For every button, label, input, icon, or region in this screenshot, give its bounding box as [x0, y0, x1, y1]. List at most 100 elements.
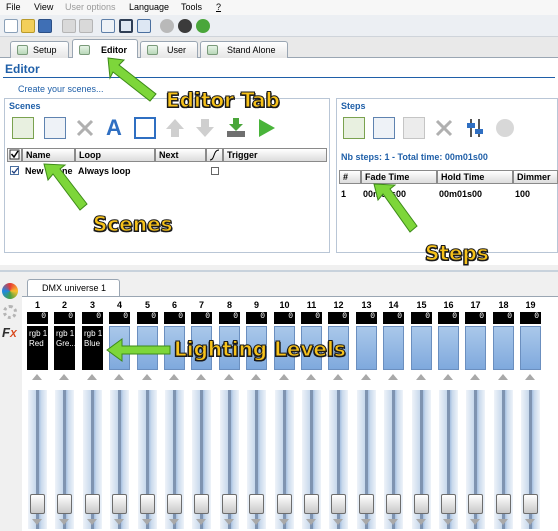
channel-value-box[interactable]: 0	[54, 312, 75, 324]
channel-up-arrow-icon[interactable]	[443, 374, 453, 380]
channel-label-box[interactable]: rgb 1 Gre...	[54, 326, 75, 370]
channel-down-arrow-icon[interactable]	[59, 519, 69, 525]
delete-icon[interactable]	[74, 117, 96, 139]
channel-up-arrow-icon[interactable]	[59, 374, 69, 380]
channel-value-box[interactable]: 0	[246, 312, 267, 324]
channel-value-box[interactable]: 0	[137, 312, 158, 324]
delete-step-icon[interactable]	[433, 117, 455, 139]
stop-icon[interactable]	[494, 117, 516, 139]
channel-up-arrow-icon[interactable]	[416, 374, 426, 380]
help-icon[interactable]	[196, 19, 210, 33]
channel-value-box[interactable]: 0	[520, 312, 541, 324]
channel-value-box[interactable]: 0	[82, 312, 103, 324]
channel-down-arrow-icon[interactable]	[416, 519, 426, 525]
color-palette-icon[interactable]	[2, 283, 18, 299]
play-scene-icon[interactable]	[255, 117, 277, 139]
channel-up-arrow-icon[interactable]	[196, 374, 206, 380]
undo-icon[interactable]	[62, 19, 76, 33]
redo-icon[interactable]	[79, 19, 93, 33]
save-icon[interactable]	[38, 19, 52, 33]
channel-label-box[interactable]: rgb 1 Red	[27, 326, 48, 370]
menu-file[interactable]: File	[6, 2, 21, 12]
channel-value-box[interactable]: 0	[191, 312, 212, 324]
sliders-icon[interactable]	[464, 117, 486, 139]
channel-down-arrow-icon[interactable]	[498, 519, 508, 525]
channel-up-arrow-icon[interactable]	[470, 374, 480, 380]
channel-fader-knob[interactable]	[414, 494, 429, 514]
channel-fader-knob[interactable]	[249, 494, 264, 514]
move-down-icon[interactable]	[194, 117, 216, 139]
channel-down-arrow-icon[interactable]	[251, 519, 261, 525]
channel-fader-knob[interactable]	[441, 494, 456, 514]
channel-label-box[interactable]	[520, 326, 541, 370]
channel-down-arrow-icon[interactable]	[169, 519, 179, 525]
channel-value-box[interactable]: 0	[274, 312, 295, 324]
channel-value-box[interactable]: 0	[411, 312, 432, 324]
new-file-icon[interactable]	[4, 19, 18, 33]
curve-icon[interactable]	[206, 148, 223, 162]
menu-view[interactable]: View	[34, 2, 53, 12]
channel-label-box[interactable]: rgb 1 Blue	[82, 326, 103, 370]
channel-fader-knob[interactable]	[140, 494, 155, 514]
channel-value-box[interactable]: 0	[109, 312, 130, 324]
channel-down-arrow-icon[interactable]	[114, 519, 124, 525]
channel-down-arrow-icon[interactable]	[388, 519, 398, 525]
open-folder-icon[interactable]	[21, 19, 35, 33]
channel-value-box[interactable]: 0	[27, 312, 48, 324]
channel-down-arrow-icon[interactable]	[87, 519, 97, 525]
menu-language[interactable]: Language	[129, 2, 169, 12]
copy-step-icon[interactable]	[373, 117, 395, 139]
channel-fader-knob[interactable]	[468, 494, 483, 514]
channel-down-arrow-icon[interactable]	[525, 519, 535, 525]
column-trigger[interactable]: Trigger	[223, 148, 327, 162]
column-index[interactable]: #	[339, 170, 361, 184]
channel-fader-knob[interactable]	[30, 494, 45, 514]
add-step-icon[interactable]	[343, 117, 365, 139]
scene-row-checkbox[interactable]	[10, 166, 19, 175]
tab-dmx-universe[interactable]: DMX universe 1	[27, 279, 120, 296]
paste-step-icon[interactable]	[403, 117, 425, 139]
channel-fader-knob[interactable]	[277, 494, 292, 514]
channel-value-box[interactable]: 0	[164, 312, 185, 324]
channel-up-arrow-icon[interactable]	[32, 374, 42, 380]
channel-value-box[interactable]: 0	[301, 312, 322, 324]
channel-value-box[interactable]: 0	[219, 312, 240, 324]
channel-fader-knob[interactable]	[386, 494, 401, 514]
step-dimmer[interactable]: 100	[515, 189, 530, 199]
channel-fader-knob[interactable]	[222, 494, 237, 514]
menu-tools[interactable]: Tools	[181, 2, 202, 12]
channel-up-arrow-icon[interactable]	[388, 374, 398, 380]
column-next[interactable]: Next	[155, 148, 206, 162]
channel-fader-knob[interactable]	[167, 494, 182, 514]
channel-up-arrow-icon[interactable]	[251, 374, 261, 380]
channel-up-arrow-icon[interactable]	[333, 374, 343, 380]
chart-view-icon[interactable]	[119, 19, 133, 33]
channel-down-arrow-icon[interactable]	[196, 519, 206, 525]
channel-down-arrow-icon[interactable]	[224, 519, 234, 525]
scene-trigger-checkbox[interactable]	[211, 167, 219, 175]
channel-value-box[interactable]: 0	[493, 312, 514, 324]
channel-label-box[interactable]	[411, 326, 432, 370]
grid-view-icon[interactable]	[101, 19, 115, 33]
column-hold-time[interactable]: Hold Time	[437, 170, 513, 184]
channel-fader-knob[interactable]	[304, 494, 319, 514]
channel-value-box[interactable]: 0	[465, 312, 486, 324]
select-all-checkbox[interactable]	[7, 148, 22, 162]
channel-value-box[interactable]: 0	[383, 312, 404, 324]
checklist-icon[interactable]	[134, 117, 156, 139]
channel-fader-knob[interactable]	[359, 494, 374, 514]
column-dimmer[interactable]: Dimmer	[513, 170, 558, 184]
move-up-icon[interactable]	[164, 117, 186, 139]
channel-down-arrow-icon[interactable]	[361, 519, 371, 525]
channel-up-arrow-icon[interactable]	[114, 374, 124, 380]
channel-label-box[interactable]	[465, 326, 486, 370]
channel-value-box[interactable]: 0	[356, 312, 377, 324]
tab-stand-alone[interactable]: Stand Alone	[200, 41, 288, 58]
channel-down-arrow-icon[interactable]	[279, 519, 289, 525]
channel-up-arrow-icon[interactable]	[279, 374, 289, 380]
channel-label-box[interactable]	[356, 326, 377, 370]
menu-user-options[interactable]: User options	[65, 2, 116, 12]
channel-label-box[interactable]	[493, 326, 514, 370]
channel-down-arrow-icon[interactable]	[306, 519, 316, 525]
window-icon[interactable]	[137, 19, 151, 33]
